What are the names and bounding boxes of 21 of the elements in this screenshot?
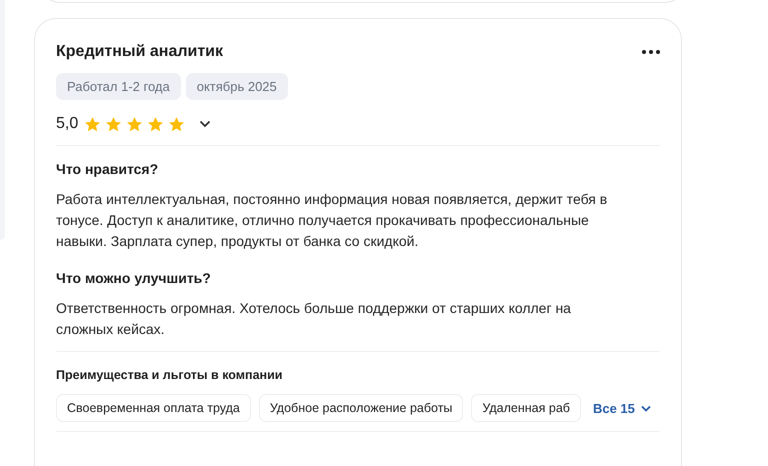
star-icon: [105, 116, 122, 132]
review-text: Ответственность огромная. Хотелось больше поддержки от старших коллег на сложных кейсах.: [56, 299, 572, 339]
benefit-chip: Своевременная оплата труда: [56, 394, 251, 422]
chevron-down-icon: [640, 404, 651, 412]
benefit-chip: Удаленная раб: [471, 394, 581, 422]
review-title: Кредитный аналитик: [56, 42, 224, 62]
chevron-down-icon[interactable]: [199, 120, 212, 128]
show-all-button[interactable]: Все 15: [592, 400, 651, 416]
tag: октябрь 2025: [186, 73, 288, 100]
review-text: Работа интеллектуальная, постоянно информация новая появляется, держит тебя в тонусе. Доступ к аналитике, отлично получается прокачивать профессиональные навыки. Зарплата супер, продукты от банка со скидкой.: [56, 190, 608, 251]
star-icon: [168, 116, 186, 132]
star-icon: [147, 116, 164, 132]
section-heading: Что можно улучшить?: [56, 269, 212, 288]
star-icon: [84, 116, 102, 132]
tag: Работал 1-2 года: [56, 73, 181, 100]
star-icon: [126, 116, 144, 132]
rating-score: 5,0: [56, 115, 78, 133]
more-icon[interactable]: [642, 50, 660, 54]
benefit-chip: Удобное расположение работы: [258, 394, 464, 422]
benefits-heading: Преимущества и льготы в компании: [56, 367, 284, 384]
section-heading: Что нравится?: [56, 160, 160, 179]
